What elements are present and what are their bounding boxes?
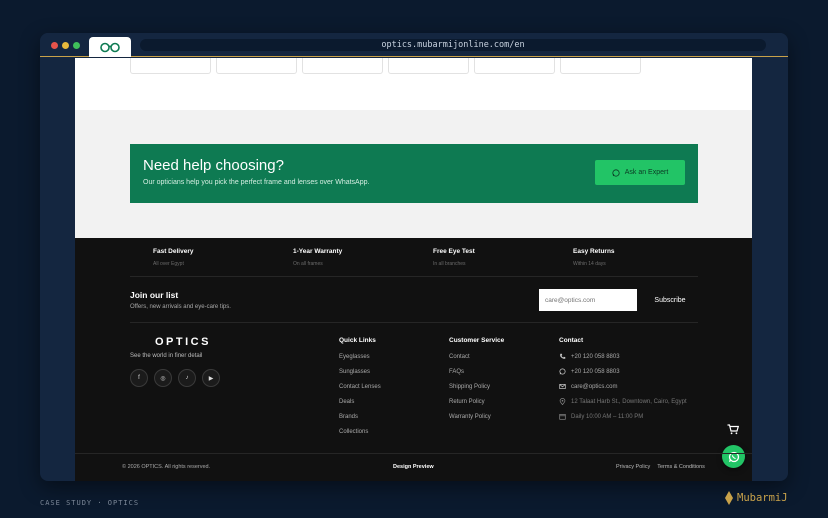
contact-heading: Contact	[559, 337, 584, 344]
feature-subtitle: All over Egypt	[153, 261, 184, 267]
subscribe-button[interactable]: Subscribe	[645, 289, 695, 311]
feature-title: Free Eye Test	[433, 248, 475, 255]
feature-subtitle: In all branches	[433, 261, 466, 267]
feature-title: 1-Year Warranty	[293, 248, 343, 255]
glasses-icon	[100, 42, 120, 52]
help-banner: Need help choosing? Our opticians help y…	[130, 144, 698, 203]
product-card[interactable]	[302, 58, 383, 74]
feature-title: Fast Delivery	[153, 248, 194, 255]
feature-title: Easy Returns	[573, 248, 615, 255]
footer-link[interactable]: Deals	[339, 398, 381, 413]
feature-subtitle: Within 14 days	[573, 261, 606, 267]
ask-expert-label: Ask an Expert	[624, 169, 669, 176]
help-subtitle: Our opticians help you pick the perfect …	[143, 179, 370, 186]
contact-text: care@optics.com	[571, 384, 618, 390]
facebook-icon[interactable]: f	[130, 369, 148, 387]
design-preview-label: Design Preview	[393, 464, 434, 470]
newsletter-title: Join our list	[130, 290, 179, 300]
footer-brand-logo[interactable]: OPTICS	[155, 336, 211, 348]
divider	[130, 322, 698, 323]
terms-link[interactable]: Terms & Conditions	[657, 464, 705, 470]
instagram-icon[interactable]: ◎	[154, 369, 172, 387]
product-card[interactable]	[130, 58, 211, 74]
browser-tab[interactable]	[89, 37, 131, 57]
page-caption: CASE STUDY · OPTICS	[40, 499, 140, 507]
product-card[interactable]	[216, 58, 297, 74]
customer-service-heading: Customer Service	[449, 337, 505, 344]
youtube-icon[interactable]: ▶	[202, 369, 220, 387]
signature: MubarmiJ	[725, 491, 788, 505]
product-card-row	[130, 58, 641, 74]
contact-hours: Daily 10:00 AM – 11:00 PM	[559, 413, 687, 428]
footer-link[interactable]: Shipping Policy	[449, 383, 504, 398]
site-footer: Fast Delivery All over Egypt 1-Year Warr…	[75, 238, 752, 481]
footer-link[interactable]: Warranty Policy	[449, 413, 504, 428]
footer-link[interactable]: Collections	[339, 428, 381, 443]
location-icon	[559, 398, 566, 405]
page-viewport: Need help choosing? Our opticians help y…	[75, 58, 752, 481]
newsletter-subtitle: Offers, new arrivals and eye-care tips.	[130, 304, 231, 310]
privacy-policy-link[interactable]: Privacy Policy	[616, 464, 650, 470]
cart-icon[interactable]	[727, 422, 740, 440]
customer-service-column: Customer Service Contact FAQs Shipping P…	[449, 337, 504, 428]
phone-icon	[560, 353, 566, 359]
product-card[interactable]	[474, 58, 555, 74]
footer-link[interactable]: Eyeglasses	[339, 353, 381, 368]
ask-expert-button[interactable]: Ask an Expert	[595, 160, 685, 185]
newsletter-block: Join our list Offers, new arrivals and e…	[130, 290, 231, 310]
whatsapp-icon	[559, 368, 566, 375]
quick-links-column: Quick Links Eyeglasses Sunglasses Contac…	[339, 337, 381, 443]
legal-links: Privacy Policy Terms & Conditions	[616, 464, 705, 470]
divider	[75, 453, 752, 454]
contact-email[interactable]: care@optics.com	[559, 383, 687, 398]
copyright-text: © 2026 OPTICS. All rights reserved.	[122, 464, 211, 470]
contact-text: +20 120 058 8803	[571, 369, 620, 375]
contact-text: Daily 10:00 AM – 11:00 PM	[571, 414, 644, 420]
contact-column: Contact +20 120 058 8803 +20 120 058 880…	[559, 337, 687, 428]
social-links: f ◎ ♪ ▶	[130, 369, 220, 387]
brand-tagline: See the world in finer detail	[130, 353, 203, 359]
diamond-icon	[725, 491, 733, 505]
help-title: Need help choosing?	[143, 157, 284, 174]
feature-subtitle: On all frames	[293, 261, 323, 267]
product-card[interactable]	[388, 58, 469, 74]
feature-delivery: Fast Delivery All over Egypt	[153, 248, 193, 267]
maximize-window-dot[interactable]	[73, 42, 80, 49]
contact-text: +20 120 058 8803	[571, 354, 620, 360]
browser-toolbar: optics.mubarmijonline.com/en	[40, 33, 788, 57]
feature-eye-test: Free Eye Test In all branches	[433, 248, 475, 267]
calendar-icon	[559, 414, 566, 420]
browser-window: optics.mubarmijonline.com/en Need help c…	[40, 33, 788, 481]
minimize-window-dot[interactable]	[62, 42, 69, 49]
footer-link[interactable]: Return Policy	[449, 398, 504, 413]
footer-link[interactable]: Contact Lenses	[339, 383, 381, 398]
newsletter-email-input[interactable]	[539, 289, 637, 311]
contact-whatsapp[interactable]: +20 120 058 8803	[559, 368, 687, 383]
feature-warranty: 1-Year Warranty On all frames	[293, 248, 342, 267]
contact-text: 12 Talaat Harb St., Downtown, Cairo, Egy…	[571, 399, 687, 405]
contact-phone[interactable]: +20 120 058 8803	[559, 353, 687, 368]
feature-returns: Easy Returns Within 14 days	[573, 248, 615, 267]
footer-link[interactable]: Sunglasses	[339, 368, 381, 383]
quick-links-heading: Quick Links	[339, 337, 376, 344]
whatsapp-icon	[612, 168, 620, 177]
mail-icon	[559, 384, 566, 389]
close-window-dot[interactable]	[51, 42, 58, 49]
footer-link[interactable]: Contact	[449, 353, 504, 368]
product-card[interactable]	[560, 58, 641, 74]
footer-link[interactable]: Brands	[339, 413, 381, 428]
signature-text: MubarmiJ	[737, 492, 788, 504]
footer-link[interactable]: FAQs	[449, 368, 504, 383]
contact-address: 12 Talaat Harb St., Downtown, Cairo, Egy…	[559, 398, 687, 413]
address-bar[interactable]: optics.mubarmijonline.com/en	[140, 39, 766, 51]
divider	[130, 276, 698, 277]
whatsapp-chat-button[interactable]	[722, 445, 745, 468]
tiktok-icon[interactable]: ♪	[178, 369, 196, 387]
